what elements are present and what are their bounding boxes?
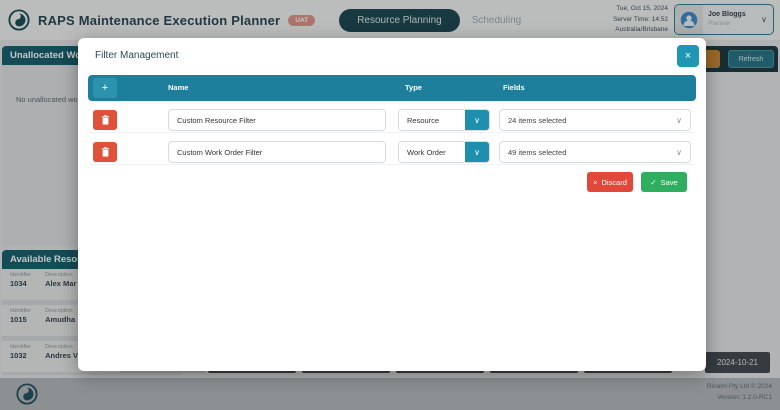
chevron-down-icon: ∨	[465, 142, 489, 162]
filter-table-header: + Name Type Fields	[88, 75, 696, 101]
column-header-name: Name	[168, 83, 188, 92]
filter-type-select[interactable]: Work Order ∨	[398, 141, 490, 163]
filter-name-input[interactable]	[168, 109, 386, 131]
filter-fields-value: 24 items selected	[508, 116, 566, 125]
trash-icon	[101, 145, 110, 160]
filter-row: Resource ∨ 24 items selected ∨	[88, 107, 696, 133]
close-icon[interactable]: ×	[677, 45, 699, 67]
filter-row: Work Order ∨ 49 items selected ∨	[88, 139, 696, 165]
x-icon: ×	[593, 178, 597, 187]
chevron-down-icon: ∨	[676, 148, 682, 157]
check-icon: ✓	[650, 178, 656, 187]
save-button[interactable]: ✓ Save	[641, 172, 687, 192]
add-filter-button[interactable]: +	[93, 78, 117, 98]
filter-type-value: Resource	[399, 110, 465, 130]
modal-title: Filter Management	[95, 50, 178, 61]
column-header-fields: Fields	[503, 83, 525, 92]
chevron-down-icon: ∨	[676, 116, 682, 125]
column-header-type: Type	[405, 83, 422, 92]
discard-button[interactable]: × Discard	[587, 172, 633, 192]
delete-filter-button[interactable]	[93, 142, 117, 162]
filter-type-value: Work Order	[399, 142, 465, 162]
filter-fields-value: 49 items selected	[508, 148, 566, 157]
save-label: Save	[661, 178, 678, 187]
filter-management-modal: Filter Management × + Name Type Fields R…	[78, 38, 706, 371]
filter-fields-dropdown[interactable]: 24 items selected ∨	[499, 109, 691, 131]
discard-label: Discard	[601, 178, 626, 187]
filter-type-select[interactable]: Resource ∨	[398, 109, 490, 131]
app-root: RAPS Maintenance Execution Planner UAT R…	[0, 0, 780, 410]
filter-name-input[interactable]	[168, 141, 386, 163]
filter-fields-dropdown[interactable]: 49 items selected ∨	[499, 141, 691, 163]
trash-icon	[101, 113, 110, 128]
delete-filter-button[interactable]	[93, 110, 117, 130]
chevron-down-icon: ∨	[465, 110, 489, 130]
